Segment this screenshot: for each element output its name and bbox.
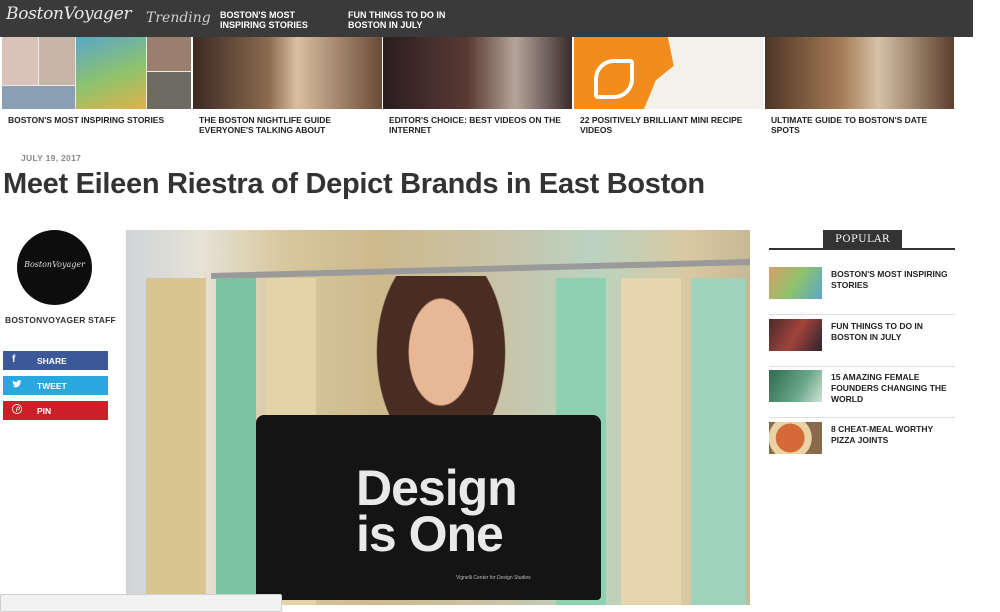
featured-card[interactable]: ULTIMATE GUIDE TO BOSTON'S DATE SPOTS [765, 37, 954, 137]
top-nav-bar: BostonVoyager Trending BOSTON'S MOST INS… [0, 0, 973, 37]
avatar-logo-text: BostonVoyager [24, 260, 85, 269]
share-label: SHARE [37, 356, 67, 366]
share-facebook-button[interactable]: f SHARE [3, 351, 108, 370]
author-name[interactable]: BOSTONVOYAGER STAFF [5, 315, 116, 325]
shirt-print-text: Design is One [356, 460, 518, 562]
popular-item[interactable]: 8 CHEAT-MEAL WORTHY PIZZA JOINTS [769, 422, 955, 470]
share-label: TWEET [37, 381, 67, 391]
popular-item[interactable]: 15 AMAZING FEMALE FOUNDERS CHANGING THE … [769, 370, 955, 418]
featured-thumbnail[interactable] [2, 37, 191, 109]
featured-caption[interactable]: EDITOR'S CHOICE: BEST VIDEOS ON THE INTE… [389, 115, 567, 135]
author-avatar[interactable]: BostonVoyager [17, 230, 92, 305]
horizontal-scrollbar[interactable] [0, 594, 282, 612]
featured-card[interactable]: THE BOSTON NIGHTLIFE GUIDE EVERYONE'S TA… [193, 37, 382, 137]
featured-thumbnail[interactable] [765, 37, 954, 109]
featured-card[interactable]: BOSTON'S MOST INSPIRING STORIES [2, 37, 191, 137]
article-title: Meet Eileen Riestra of Depict Brands in … [3, 168, 705, 200]
featured-thumbnail[interactable] [574, 37, 763, 109]
featured-caption[interactable]: ULTIMATE GUIDE TO BOSTON'S DATE SPOTS [771, 115, 949, 135]
share-label: PIN [37, 406, 52, 416]
featured-caption[interactable]: THE BOSTON NIGHTLIFE GUIDE EVERYONE'S TA… [199, 115, 377, 135]
popular-thumbnail[interactable] [769, 319, 822, 351]
featured-thumbnail[interactable] [193, 37, 382, 109]
featured-caption[interactable]: 22 POSITIVELY BRILLIANT MINI RECIPE VIDE… [580, 115, 758, 135]
trending-link-inspiring-stories[interactable]: BOSTON'S MOST INSPIRING STORIES [220, 10, 340, 30]
trending-link-july-things[interactable]: FUN THINGS TO DO IN BOSTON IN JULY [348, 10, 468, 30]
popular-link[interactable]: BOSTON'S MOST INSPIRING STORIES [831, 269, 955, 291]
facebook-icon: f [12, 354, 16, 365]
site-logo[interactable]: BostonVoyager [6, 4, 132, 24]
popular-link[interactable]: 8 CHEAT-MEAL WORTHY PIZZA JOINTS [831, 424, 955, 446]
article-hero-image: Design is One Vignelli Center for Design… [126, 230, 750, 605]
featured-card[interactable]: EDITOR'S CHOICE: BEST VIDEOS ON THE INTE… [383, 37, 572, 137]
popular-link[interactable]: FUN THINGS TO DO IN BOSTON IN JULY [831, 321, 955, 343]
shirt-small-print: Vignelli Center for Design Studies [456, 575, 531, 581]
trending-label: Trending [146, 10, 211, 26]
pinterest-icon [12, 404, 22, 417]
share-pinterest-button[interactable]: PIN [3, 401, 108, 420]
share-twitter-button[interactable]: TWEET [3, 376, 108, 395]
popular-item[interactable]: BOSTON'S MOST INSPIRING STORIES [769, 267, 955, 315]
featured-thumbnail[interactable] [383, 37, 572, 109]
article-date: JULY 19, 2017 [21, 153, 82, 163]
twitter-icon [12, 379, 22, 392]
popular-item[interactable]: FUN THINGS TO DO IN BOSTON IN JULY [769, 319, 955, 367]
featured-card[interactable]: 22 POSITIVELY BRILLIANT MINI RECIPE VIDE… [574, 37, 763, 137]
popular-heading: POPULAR [823, 230, 902, 249]
popular-thumbnail[interactable] [769, 267, 822, 299]
popular-link[interactable]: 15 AMAZING FEMALE FOUNDERS CHANGING THE … [831, 372, 955, 405]
featured-caption[interactable]: BOSTON'S MOST INSPIRING STORIES [8, 115, 186, 125]
popular-thumbnail[interactable] [769, 370, 822, 402]
popular-thumbnail[interactable] [769, 422, 822, 454]
